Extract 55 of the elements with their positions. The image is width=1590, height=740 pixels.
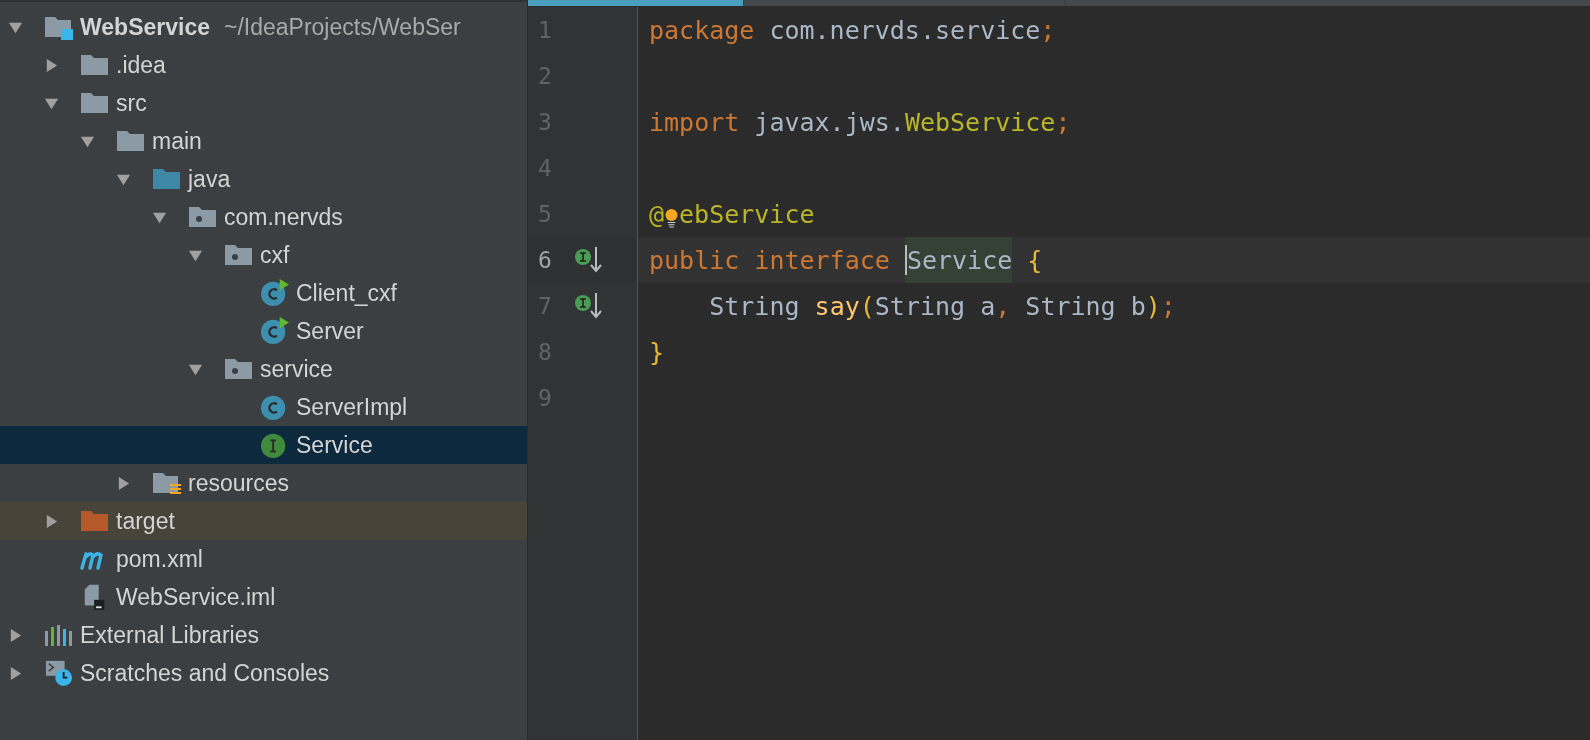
tree-item-label: WebService.iml (116, 583, 276, 611)
tree-item[interactable]: main (0, 122, 527, 160)
tree-item-label: ServerImpl (296, 393, 408, 421)
scratches-icon (44, 659, 74, 687)
collapsed-arrow-icon[interactable] (44, 57, 59, 73)
collapsed-arrow-icon[interactable] (44, 513, 59, 529)
collapsed-arrow-icon[interactable] (8, 665, 23, 681)
code-line: String say(String a, String b); (708, 290, 1176, 323)
tree-item[interactable]: Scratches and Consoles (0, 654, 527, 692)
tree-item-label: cxf (260, 241, 290, 269)
tree-item-label: com.nervds (224, 203, 343, 231)
class-icon (260, 279, 290, 307)
tree-item[interactable]: Service (0, 426, 527, 464)
collapsed-arrow-icon[interactable] (8, 627, 23, 643)
tree-item-label: Client_cxf (296, 279, 397, 307)
tree-item-label: Scratches and Consoles (80, 659, 330, 687)
tree-item[interactable]: cxf (0, 236, 527, 274)
tree-item-label: pom.xml (116, 545, 203, 573)
tree-item[interactable]: resources (0, 464, 527, 502)
collapsed-arrow-icon[interactable] (116, 475, 131, 491)
tree-item-label: External Libraries (80, 621, 259, 649)
tree-item-label: resources (188, 469, 289, 497)
lightbulb-icon[interactable] (664, 206, 680, 230)
code-line: } (648, 336, 665, 369)
implemented-marker-icon[interactable] (574, 246, 602, 274)
code-line: public interface Service { (638, 237, 1043, 283)
tree-item-label: src (116, 89, 147, 117)
project-path: ~/IdeaProjects/WebSer (224, 13, 461, 41)
tree-item[interactable]: com.nervds (0, 198, 527, 236)
class-icon (260, 317, 290, 345)
tree-item[interactable]: ServerImpl (0, 388, 527, 426)
implemented-marker-icon[interactable] (574, 292, 602, 320)
tree-item[interactable]: target (0, 502, 527, 540)
tree-item[interactable]: WebService.iml (0, 578, 527, 616)
tree-item[interactable]: Server (0, 312, 527, 350)
tree-item-label: java (188, 165, 231, 193)
line-number: 6 (537, 247, 553, 273)
tree-item-label: service (260, 355, 333, 383)
tree-item-label: target (116, 507, 175, 535)
tree-item[interactable]: .idea (0, 46, 527, 84)
tree-item[interactable]: pom.xml (0, 540, 527, 578)
tree-item[interactable]: src (0, 84, 527, 122)
tree-item-label: .idea (116, 51, 166, 79)
code-line: import javax.jws.WebService; (648, 106, 1071, 139)
tree-item-label: Service (296, 431, 373, 459)
code-line: package com.nervds.service; (648, 14, 1056, 47)
tree-item-label: Server (296, 317, 364, 345)
tree-item[interactable]: service (0, 350, 527, 388)
tree-item[interactable]: WebService ~/IdeaProjects/WebSer (0, 8, 527, 46)
code-line: @ ebService (648, 198, 815, 232)
tree-item[interactable]: java (0, 160, 527, 198)
tree-item-label: WebService (80, 13, 210, 41)
tree-item[interactable]: Client_cxf (0, 274, 527, 312)
tree-item-label: main (152, 127, 202, 155)
tree-item[interactable]: External Libraries (0, 616, 527, 654)
